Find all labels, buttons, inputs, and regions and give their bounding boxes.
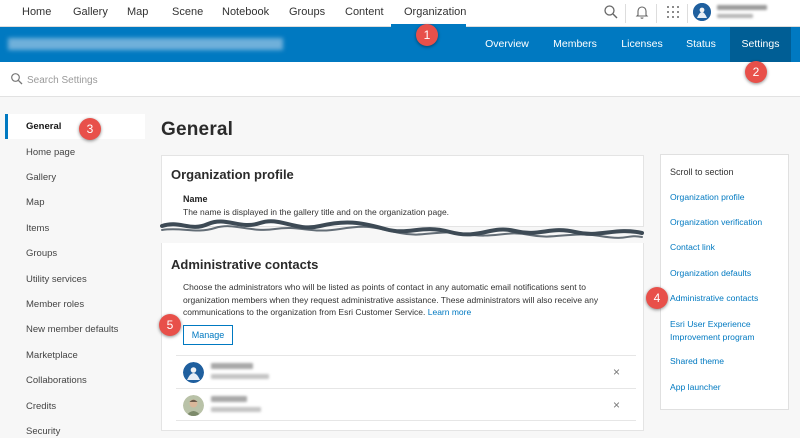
learn-more-link[interactable]: Learn more	[428, 307, 471, 317]
contact-name-redacted	[211, 363, 253, 369]
nav-content[interactable]: Content	[345, 0, 384, 27]
sidebar-item-member-roles[interactable]: Member roles	[5, 292, 145, 317]
nav-divider	[687, 4, 688, 23]
nav-home[interactable]: Home	[22, 0, 51, 27]
sidebar-item-map[interactable]: Map	[5, 190, 145, 215]
tab-status[interactable]: Status	[680, 27, 722, 62]
nav-groups[interactable]: Groups	[289, 0, 325, 27]
section-link-contact-link[interactable]: Contact link	[670, 241, 788, 254]
administrative-contacts-heading: Administrative contacts	[171, 257, 319, 272]
nav-organization[interactable]: Organization	[391, 0, 466, 27]
avatar	[693, 3, 711, 21]
sidebar-item-general[interactable]: General	[5, 114, 145, 139]
organization-name-redacted	[8, 38, 283, 50]
callout-badge-5: 5	[159, 314, 181, 336]
contact-row: ×	[176, 388, 636, 421]
nav-notebook[interactable]: Notebook	[222, 0, 269, 27]
sidebar-item-security[interactable]: Security	[5, 419, 145, 438]
avatar	[183, 362, 204, 383]
section-link-app-launcher[interactable]: App launcher	[670, 381, 788, 394]
administrative-contacts-description: Choose the administrators who will be li…	[183, 281, 628, 319]
manage-contacts-button[interactable]: Manage	[183, 325, 233, 345]
section-link-administrative-contacts[interactable]: Administrative contacts	[670, 292, 788, 305]
section-link-organization-profile[interactable]: Organization profile	[670, 191, 788, 204]
top-navigation: Home Gallery Map Scene Notebook Groups C…	[0, 0, 800, 27]
description-text: Choose the administrators who will be li…	[183, 282, 599, 317]
contact-detail-redacted	[211, 374, 269, 379]
organization-header: Overview Members Licenses Status Setting…	[0, 27, 800, 62]
section-link-esri-user-experience[interactable]: Esri User Experience Improvement program	[670, 318, 788, 343]
callout-badge-1: 1	[416, 24, 438, 46]
sidebar-item-home-page[interactable]: Home page	[5, 140, 145, 165]
search-icon[interactable]	[603, 4, 621, 22]
sidebar-item-utility-services[interactable]: Utility services	[5, 267, 145, 292]
sidebar-item-groups[interactable]: Groups	[5, 241, 145, 266]
apps-grid-icon[interactable]	[665, 4, 683, 22]
content-break-line	[160, 219, 644, 239]
nav-divider	[625, 4, 626, 23]
sidebar-item-marketplace[interactable]: Marketplace	[5, 343, 145, 368]
callout-badge-2: 2	[745, 61, 767, 83]
user-name-redacted	[717, 5, 767, 10]
nav-gallery[interactable]: Gallery	[73, 0, 108, 27]
page-title: General	[161, 119, 234, 140]
nav-divider	[656, 4, 657, 23]
section-link-organization-defaults[interactable]: Organization defaults	[670, 267, 788, 280]
tab-overview[interactable]: Overview	[476, 27, 538, 62]
scroll-to-section-panel: Scroll to section Organization profile O…	[660, 154, 789, 410]
contact-name-redacted	[211, 396, 247, 402]
settings-search-bar	[0, 62, 800, 97]
name-label: Name	[183, 194, 208, 204]
callout-badge-4: 4	[646, 287, 668, 309]
remove-contact-icon[interactable]: ×	[613, 398, 620, 412]
user-menu[interactable]	[693, 2, 793, 24]
contact-detail-redacted	[211, 407, 261, 412]
section-link-organization-verification[interactable]: Organization verification	[670, 216, 788, 229]
organization-profile-heading: Organization profile	[171, 167, 294, 182]
tab-settings[interactable]: Settings	[730, 27, 791, 62]
remove-contact-icon[interactable]: ×	[613, 365, 620, 379]
nav-map[interactable]: Map	[127, 0, 148, 27]
tab-members[interactable]: Members	[545, 27, 605, 62]
nav-scene[interactable]: Scene	[172, 0, 203, 27]
bell-icon[interactable]	[634, 4, 652, 22]
sidebar-item-collaborations[interactable]: Collaborations	[5, 368, 145, 393]
search-settings-input[interactable]	[27, 70, 327, 90]
section-link-shared-theme[interactable]: Shared theme	[670, 355, 788, 368]
contact-row: ×	[176, 355, 636, 388]
tab-licenses[interactable]: Licenses	[613, 27, 671, 62]
avatar	[183, 395, 204, 416]
sidebar-item-items[interactable]: Items	[5, 216, 145, 241]
sidebar-item-new-member-defaults[interactable]: New member defaults	[5, 317, 145, 342]
sidebar-item-gallery[interactable]: Gallery	[5, 165, 145, 190]
callout-badge-3: 3	[79, 118, 101, 140]
sidebar-item-credits[interactable]: Credits	[5, 394, 145, 419]
user-id-redacted	[717, 14, 753, 18]
search-icon	[10, 72, 24, 86]
scroll-to-section-title: Scroll to section	[670, 167, 734, 177]
